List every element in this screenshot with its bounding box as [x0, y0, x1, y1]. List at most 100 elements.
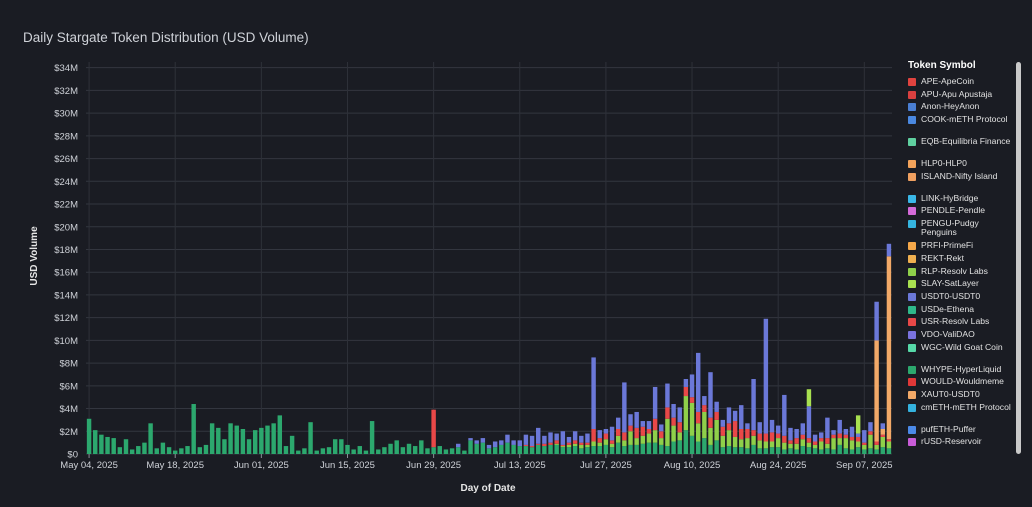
- bar-segment[interactable]: [702, 411, 707, 439]
- bar-segment[interactable]: [252, 430, 258, 454]
- bar-segment[interactable]: [855, 441, 861, 448]
- bar-segment[interactable]: [702, 438, 707, 454]
- bar-segment[interactable]: [548, 432, 553, 443]
- legend-item[interactable]: COOK-mETH Protocol: [902, 115, 1014, 137]
- bar-segment[interactable]: [671, 425, 676, 442]
- bar-segment[interactable]: [517, 440, 522, 447]
- bar-segment[interactable]: [148, 423, 153, 454]
- bar-segment[interactable]: [646, 429, 652, 434]
- bar-segment[interactable]: [702, 405, 707, 412]
- bar-segment[interactable]: [757, 422, 762, 434]
- bar-segment[interactable]: [886, 439, 892, 442]
- bar-segment[interactable]: [597, 446, 602, 454]
- bar-segment[interactable]: [745, 429, 750, 439]
- bar-segment[interactable]: [345, 444, 350, 454]
- bar-segment[interactable]: [456, 443, 461, 448]
- bar-segment[interactable]: [640, 426, 646, 436]
- bar-segment[interactable]: [862, 430, 867, 443]
- bar-segment[interactable]: [849, 426, 855, 437]
- bar-segment[interactable]: [332, 439, 338, 454]
- bar-segment[interactable]: [603, 439, 609, 445]
- bar-segment[interactable]: [720, 419, 726, 427]
- bar-segment[interactable]: [794, 443, 799, 450]
- legend-item[interactable]: ISLAND-Nifty Island: [902, 171, 1014, 194]
- bar-segment[interactable]: [142, 442, 147, 454]
- bar-segment[interactable]: [775, 438, 781, 448]
- bar-segment[interactable]: [862, 442, 867, 445]
- bar-segment[interactable]: [517, 446, 522, 454]
- bar-segment[interactable]: [886, 243, 892, 257]
- bar-segment[interactable]: [819, 438, 824, 442]
- bar-segment[interactable]: [603, 433, 609, 440]
- bar-segment[interactable]: [203, 444, 209, 454]
- bar-segment[interactable]: [689, 402, 695, 436]
- bar-segment[interactable]: [86, 418, 92, 454]
- bar-segment[interactable]: [819, 449, 824, 454]
- legend-item[interactable]: HLP0-HLP0: [902, 159, 1014, 172]
- bar-segment[interactable]: [862, 444, 867, 450]
- bar-segment[interactable]: [855, 415, 861, 434]
- bar-segment[interactable]: [683, 379, 689, 387]
- bar-segment[interactable]: [708, 444, 713, 454]
- bar-segment[interactable]: [695, 423, 701, 442]
- bar-segment[interactable]: [745, 423, 750, 429]
- bar-segment[interactable]: [855, 447, 861, 454]
- bar-segment[interactable]: [554, 440, 559, 444]
- bar-segment[interactable]: [560, 446, 566, 448]
- bar-segment[interactable]: [769, 447, 775, 454]
- bar-segment[interactable]: [739, 439, 744, 448]
- bar-segment[interactable]: [812, 444, 818, 449]
- bar-segment[interactable]: [868, 448, 873, 454]
- bar-segment[interactable]: [480, 438, 486, 443]
- bar-segment[interactable]: [628, 414, 633, 426]
- bar-segment[interactable]: [708, 427, 713, 445]
- bar-segment[interactable]: [745, 438, 750, 449]
- bar-segment[interactable]: [886, 256, 892, 440]
- bar-segment[interactable]: [812, 441, 818, 445]
- bar-segment[interactable]: [689, 374, 695, 398]
- bar-segment[interactable]: [603, 429, 609, 434]
- bar-segment[interactable]: [671, 417, 676, 426]
- bar-segment[interactable]: [695, 411, 701, 424]
- legend-item[interactable]: SLAY-SatLayer: [902, 279, 1014, 292]
- bar-segment[interactable]: [751, 430, 756, 436]
- bar-segment[interactable]: [757, 433, 762, 441]
- bar-segment[interactable]: [868, 422, 873, 432]
- bar-segment[interactable]: [566, 442, 572, 445]
- bar-segment[interactable]: [689, 397, 695, 403]
- bar-segment[interactable]: [714, 401, 719, 412]
- bar-segment[interactable]: [788, 443, 793, 449]
- bar-segment[interactable]: [154, 448, 159, 454]
- bar-segment[interactable]: [874, 301, 879, 341]
- bar-segment[interactable]: [695, 352, 701, 412]
- bar-segment[interactable]: [603, 444, 609, 454]
- bar-segment[interactable]: [806, 406, 812, 439]
- legend-item[interactable]: XAUT0-USDT0: [902, 390, 1014, 403]
- bar-segment[interactable]: [886, 448, 892, 454]
- bar-segment[interactable]: [529, 446, 535, 448]
- bar-segment[interactable]: [160, 442, 166, 454]
- bar-segment[interactable]: [677, 432, 682, 441]
- bar-segment[interactable]: [369, 421, 375, 454]
- bar-segment[interactable]: [209, 423, 215, 454]
- legend-scrollbar[interactable]: [1016, 62, 1021, 454]
- bar-segment[interactable]: [394, 440, 399, 454]
- bar-segment[interactable]: [652, 430, 658, 443]
- bar-segment[interactable]: [677, 440, 682, 454]
- bar-segment[interactable]: [726, 407, 732, 424]
- legend-item[interactable]: rUSD-Reservoir: [902, 437, 1014, 450]
- bar-segment[interactable]: [579, 448, 584, 454]
- bar-segment[interactable]: [246, 439, 252, 454]
- bar-segment[interactable]: [634, 411, 639, 428]
- bar-segment[interactable]: [782, 435, 787, 443]
- bar-segment[interactable]: [277, 415, 283, 454]
- bar-segment[interactable]: [665, 418, 670, 447]
- bar-segment[interactable]: [714, 440, 719, 454]
- bar-segment[interactable]: [868, 431, 873, 435]
- bar-segment[interactable]: [173, 450, 178, 454]
- bar-segment[interactable]: [775, 425, 781, 434]
- bar-segment[interactable]: [615, 429, 621, 436]
- bar-segment[interactable]: [652, 418, 658, 431]
- bar-segment[interactable]: [437, 446, 442, 454]
- bar-segment[interactable]: [99, 434, 104, 454]
